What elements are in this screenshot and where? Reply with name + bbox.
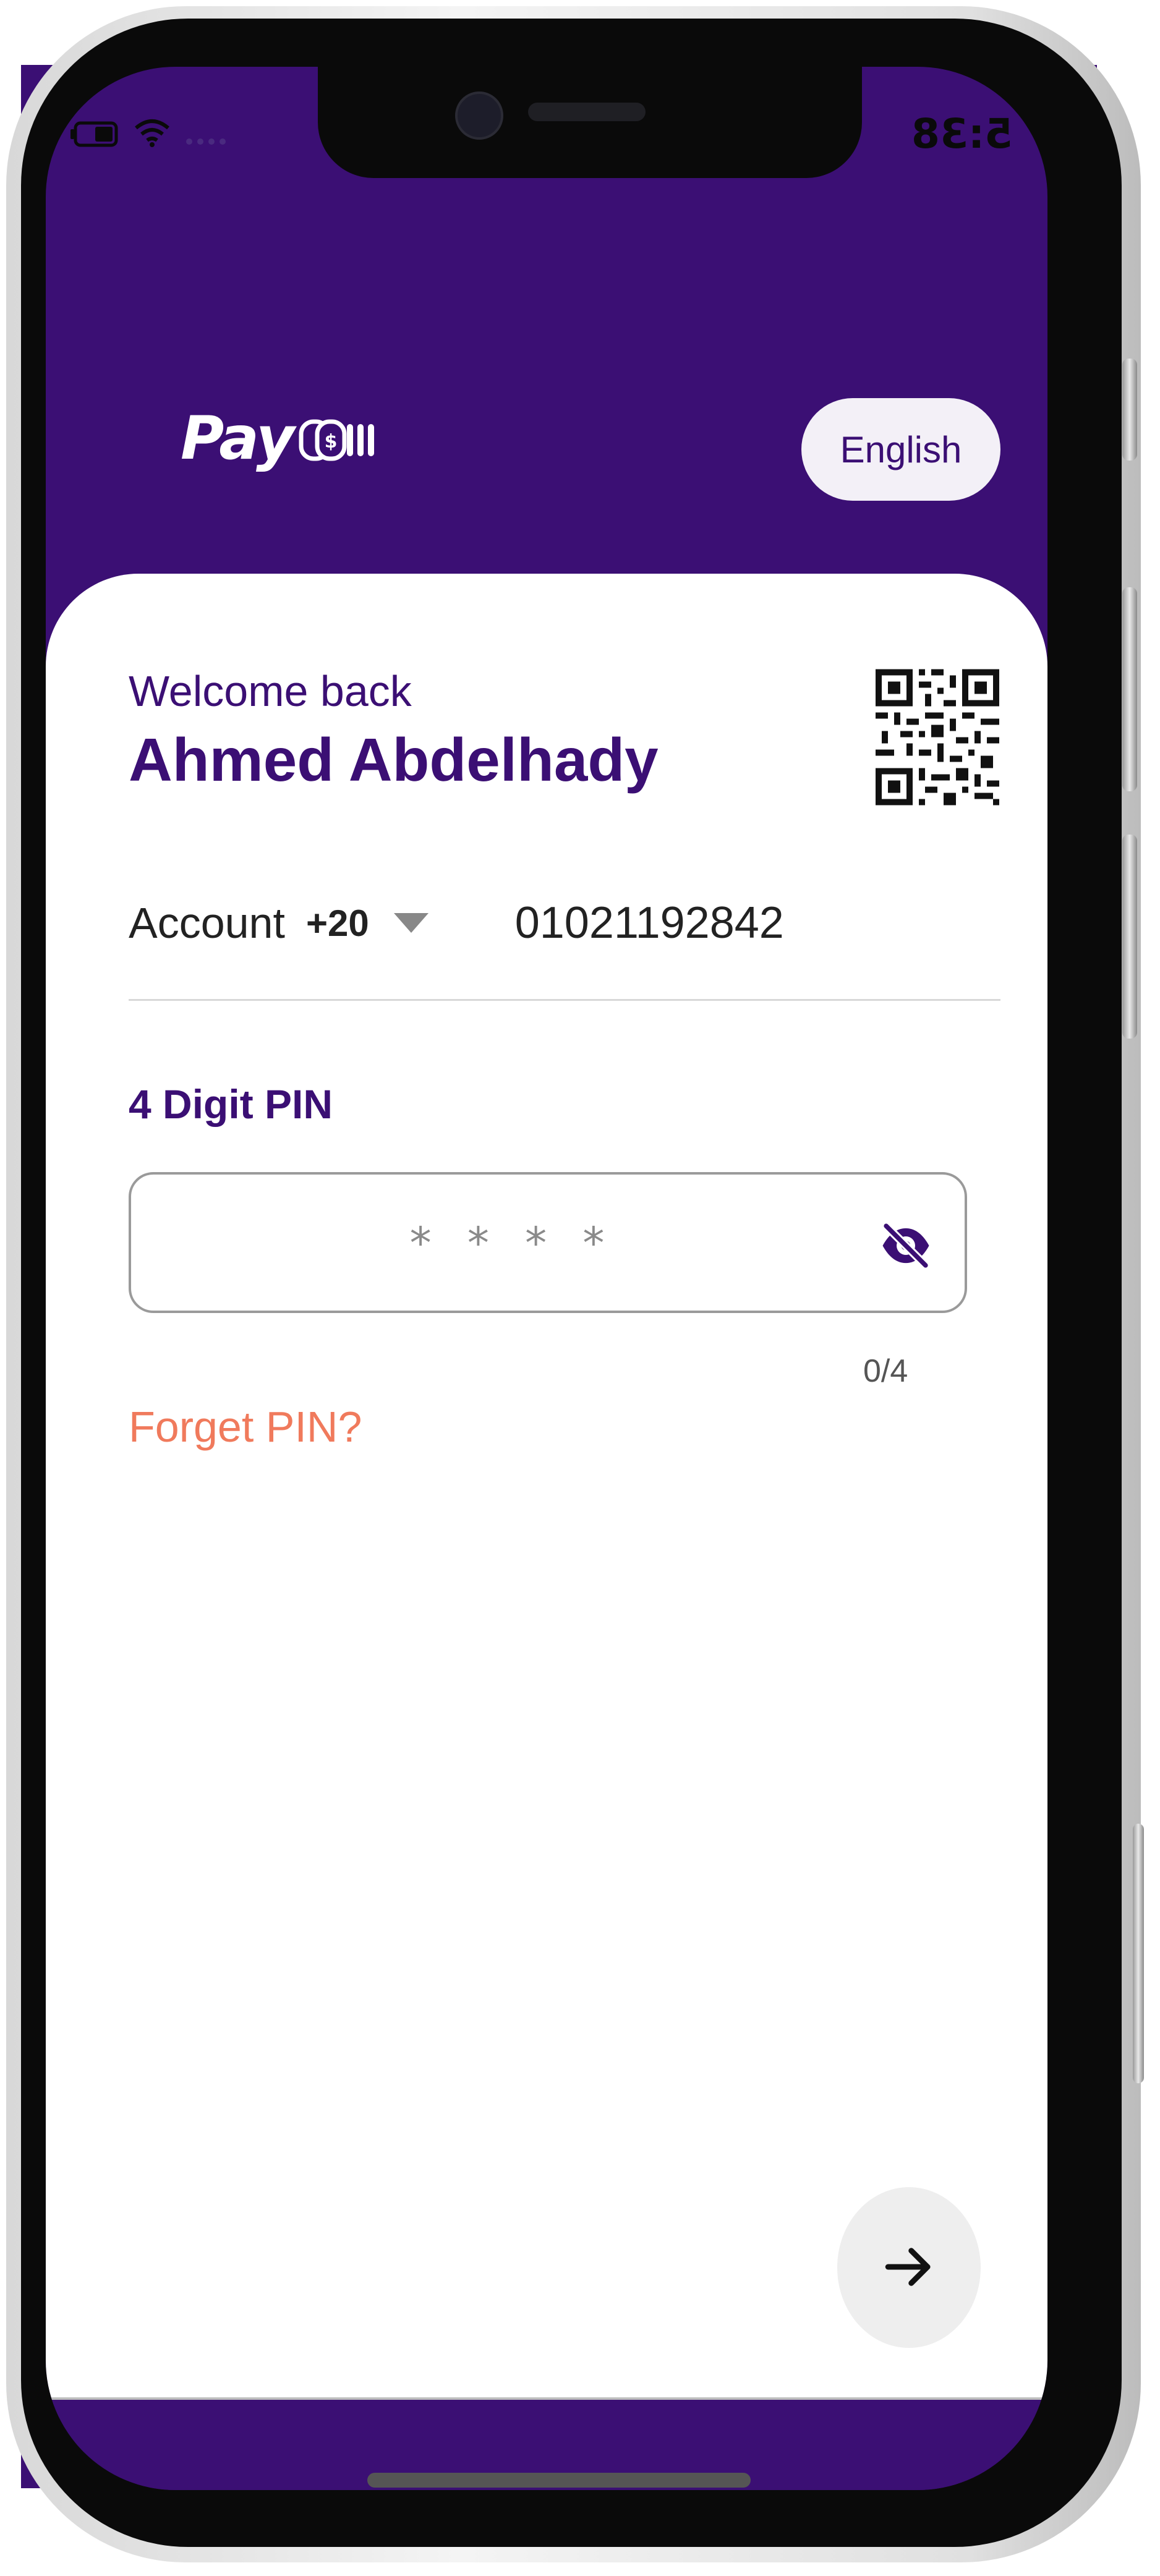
eye-off-icon[interactable] (878, 1218, 934, 1273)
svg-text:$: $ (324, 431, 337, 453)
phone-number[interactable]: 01021192842 (515, 898, 784, 948)
home-indicator[interactable] (367, 2473, 751, 2488)
pin-counter: 0/4 (863, 1353, 908, 1389)
pin-input[interactable] (156, 1199, 869, 1287)
signal-icon (184, 110, 234, 158)
side-button-volume-up (1122, 587, 1137, 791)
side-button-power (1133, 1824, 1144, 2083)
next-button[interactable] (837, 2187, 981, 2348)
phone-screen: Pay $ English 5:38 Welcome back Ahmed Ab… (46, 67, 1047, 2490)
forget-pin-link[interactable]: Forget PIN? (129, 1402, 362, 1452)
side-button-top (1122, 359, 1137, 461)
account-row: Account +20 01021192842 (129, 883, 1000, 963)
front-camera (455, 91, 503, 140)
user-name: Ahmed Abdelhady (129, 726, 659, 794)
triangle-down-icon[interactable] (393, 913, 429, 933)
side-button-volume-down (1122, 835, 1137, 1039)
status-time: 5:38 (911, 110, 1013, 158)
country-code[interactable]: +20 (306, 902, 369, 945)
notch (318, 67, 862, 178)
speaker-grille (528, 103, 646, 121)
pin-label: 4 Digit PIN (129, 1081, 333, 1127)
coins-icon: $ (299, 415, 385, 467)
wifi-icon (134, 110, 171, 158)
welcome-text: Welcome back (129, 667, 412, 715)
arrow-right-icon (881, 2239, 937, 2297)
battery-icon (70, 110, 120, 158)
divider (129, 999, 1000, 1001)
logo-text: Pay (181, 404, 295, 473)
login-card: Welcome back Ahmed Abdelhady Account +20… (46, 574, 1047, 2397)
language-button[interactable]: English (801, 398, 1000, 501)
app-logo: Pay $ (181, 404, 385, 473)
pin-field (129, 1172, 967, 1313)
account-label: Account (129, 899, 285, 947)
status-icons (70, 110, 234, 158)
qr-code-icon[interactable] (876, 668, 999, 807)
device-mockup: Pay $ English 5:38 Welcome back Ahmed Ab… (0, 0, 1160, 2576)
